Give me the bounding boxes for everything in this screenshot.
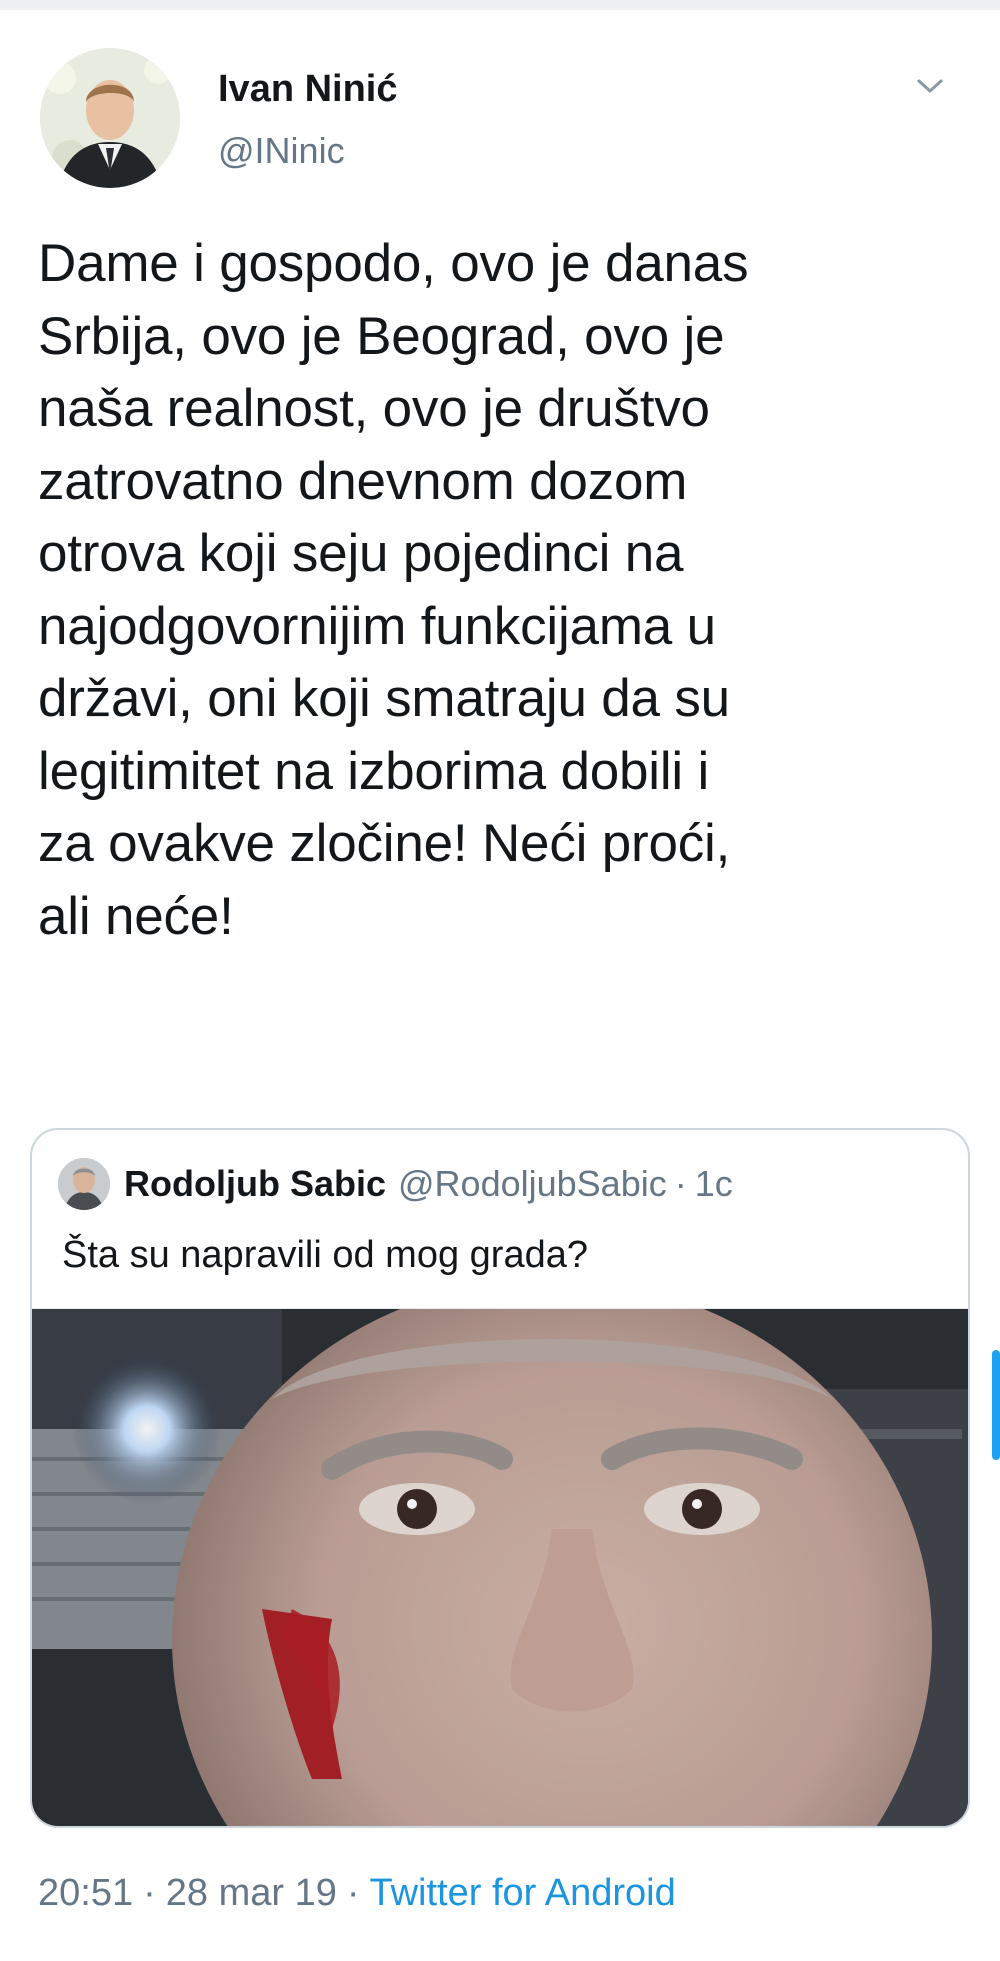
scrollbar-thumb[interactable] — [992, 1350, 1000, 1460]
quoted-tweet-header: Rodoljub Sabic @RodoljubSabic · 1c — [58, 1156, 733, 1212]
tweet-time[interactable]: 20:51 — [38, 1872, 133, 1914]
tweet-menu-button[interactable] — [910, 66, 950, 106]
selfie-photo-icon — [32, 1309, 968, 1826]
tweet-header: Ivan Ninić @INinic — [40, 48, 960, 188]
quoted-author-name[interactable]: Rodoljub Sabic — [124, 1163, 386, 1205]
tweet-meta: 20:51 · 28 mar 19 · Twitter for Android — [38, 1872, 676, 1915]
status-strip — [0, 0, 1000, 10]
quoted-author-avatar[interactable] — [58, 1158, 110, 1210]
quoted-tweet-photo[interactable] — [32, 1308, 968, 1826]
user-avatar-icon — [58, 1158, 110, 1210]
quoted-author-handle[interactable]: @RodoljubSabic — [398, 1163, 667, 1205]
author-handle[interactable]: @INinic — [218, 130, 345, 172]
separator-dot: · — [346, 1872, 360, 1914]
quoted-tweet-text: Šta su napravili od mog grada? — [62, 1234, 588, 1276]
quoted-tweet-card[interactable]: Rodoljub Sabic @RodoljubSabic · 1c Šta s… — [30, 1128, 970, 1828]
author-name[interactable]: Ivan Ninić — [218, 68, 398, 111]
tweet-date[interactable]: 28 mar 19 — [166, 1872, 337, 1914]
user-avatar-icon — [40, 48, 180, 188]
quoted-tweet-age: 1c — [694, 1163, 733, 1204]
author-avatar[interactable] — [40, 48, 180, 188]
separator-dot: · — [143, 1872, 156, 1914]
tweet-source-link[interactable]: Twitter for Android — [370, 1872, 676, 1914]
chevron-down-icon — [917, 79, 943, 93]
tweet-text: Dame i gospodo, ovo je danas Srbija, ovo… — [38, 234, 749, 946]
separator-dot: · — [674, 1163, 687, 1204]
